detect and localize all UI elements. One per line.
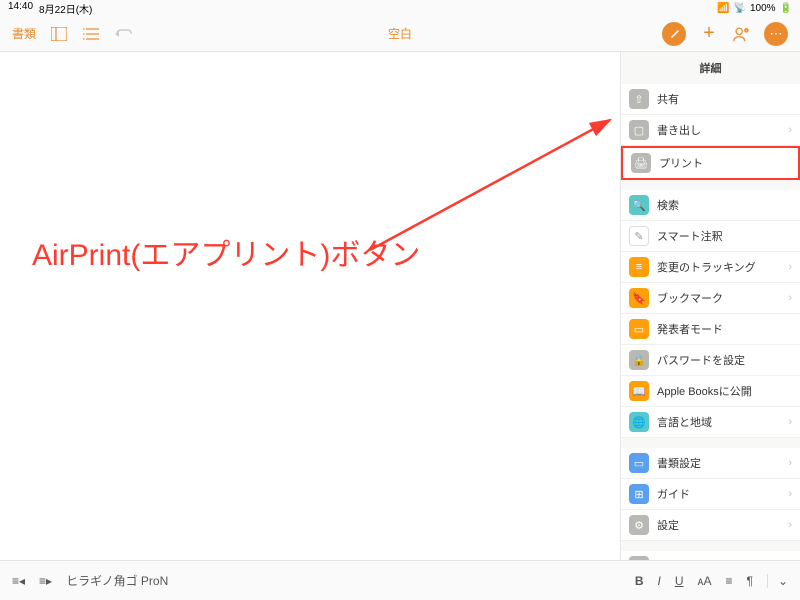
collapse-button[interactable]: ⌄: [767, 574, 788, 588]
lock-icon: 🔒: [629, 350, 649, 370]
menu-applebooks[interactable]: 📖Apple Booksに公開: [621, 376, 800, 407]
menu-print[interactable]: 🖨プリント: [621, 146, 800, 180]
chevron-right-icon: ›: [788, 519, 792, 531]
font-name[interactable]: ヒラギノ角ゴ ProN: [66, 572, 168, 589]
align-button[interactable]: ≡: [725, 574, 732, 588]
svg-text:+: +: [745, 29, 747, 33]
export-icon: ▢: [629, 120, 649, 140]
menu-search[interactable]: 🔍検索: [621, 190, 800, 221]
underline-button[interactable]: U: [675, 574, 684, 588]
print-icon: 🖨: [631, 153, 651, 173]
indent-left-icon[interactable]: ≡◂: [12, 574, 25, 588]
undo-icon[interactable]: [114, 25, 132, 43]
indent-right-icon[interactable]: ≡▸: [39, 574, 52, 588]
books-icon: 📖: [629, 381, 649, 401]
menu-smart-annotation[interactable]: ✎スマート注釈: [621, 221, 800, 252]
panel-title: 詳細: [621, 52, 800, 84]
chevron-right-icon: ›: [788, 261, 792, 273]
bold-button[interactable]: B: [635, 574, 644, 588]
collaborate-icon[interactable]: +: [732, 25, 750, 43]
share-icon: ⇧: [629, 89, 649, 109]
status-time: 14:40: [8, 1, 33, 16]
search-icon: 🔍: [629, 195, 649, 215]
menu-language[interactable]: 🌐言語と地域›: [621, 407, 800, 438]
bookmark-icon: 🔖: [629, 288, 649, 308]
menu-guides[interactable]: ⊞ガイド›: [621, 479, 800, 510]
annotation-label: AirPrint(エアプリント)ボタン: [32, 230, 420, 274]
signal-icon: 📶: [717, 3, 729, 14]
menu-docsettings[interactable]: ▭書類設定›: [621, 448, 800, 479]
menu-share[interactable]: ⇧共有: [621, 84, 800, 115]
pilcrow-button[interactable]: ¶: [746, 574, 752, 588]
doc-title: 空白: [388, 25, 412, 42]
textsize-button[interactable]: ᴀA: [698, 574, 712, 588]
menu-password[interactable]: 🔒パスワードを設定: [621, 345, 800, 376]
italic-button[interactable]: I: [657, 574, 660, 588]
detail-panel: 詳細 ⇧共有 ▢書き出し› 🖨プリント 🔍検索 ✎スマート注釈 ≡変更のトラッキ…: [620, 52, 800, 560]
chevron-right-icon: ›: [788, 124, 792, 136]
brush-button[interactable]: [662, 22, 686, 46]
menu-bookmark[interactable]: 🔖ブックマーク›: [621, 283, 800, 314]
documents-button[interactable]: 書類: [12, 25, 36, 42]
add-button[interactable]: +: [700, 25, 718, 43]
chevron-right-icon: ›: [788, 457, 792, 469]
menu-applepencil[interactable]: ✎Apple Pencil›: [621, 551, 800, 560]
menu-export[interactable]: ▢書き出し›: [621, 115, 800, 146]
menu-presenter[interactable]: ▭発表者モード: [621, 314, 800, 345]
doc-icon: ▭: [629, 453, 649, 473]
more-button[interactable]: ⋯: [764, 22, 788, 46]
tracking-icon: ≡: [629, 257, 649, 277]
presenter-icon: ▭: [629, 319, 649, 339]
status-date: 8月22日(木): [39, 1, 92, 16]
chevron-right-icon: ›: [788, 488, 792, 500]
chevron-right-icon: ›: [788, 416, 792, 428]
sidebar-toggle-icon[interactable]: [50, 25, 68, 43]
menu-settings[interactable]: ⚙設定›: [621, 510, 800, 541]
status-bar: 14:40 8月22日(木) 📶 📡 100% 🔋: [0, 0, 800, 16]
toolbar: 書類 空白 + + ⋯: [0, 16, 800, 52]
globe-icon: 🌐: [629, 412, 649, 432]
format-bar: ≡◂ ≡▸ ヒラギノ角ゴ ProN B I U ᴀA ≡ ¶ ⌄: [0, 560, 800, 600]
battery-icon: 🔋: [780, 3, 792, 14]
guides-icon: ⊞: [629, 484, 649, 504]
list-icon[interactable]: [82, 25, 100, 43]
battery-pct: 100%: [750, 3, 776, 14]
menu-track-changes[interactable]: ≡変更のトラッキング›: [621, 252, 800, 283]
gear-icon: ⚙: [629, 515, 649, 535]
annotation-icon: ✎: [629, 226, 649, 246]
wifi-icon: 📡: [734, 3, 746, 14]
chevron-right-icon: ›: [788, 292, 792, 304]
